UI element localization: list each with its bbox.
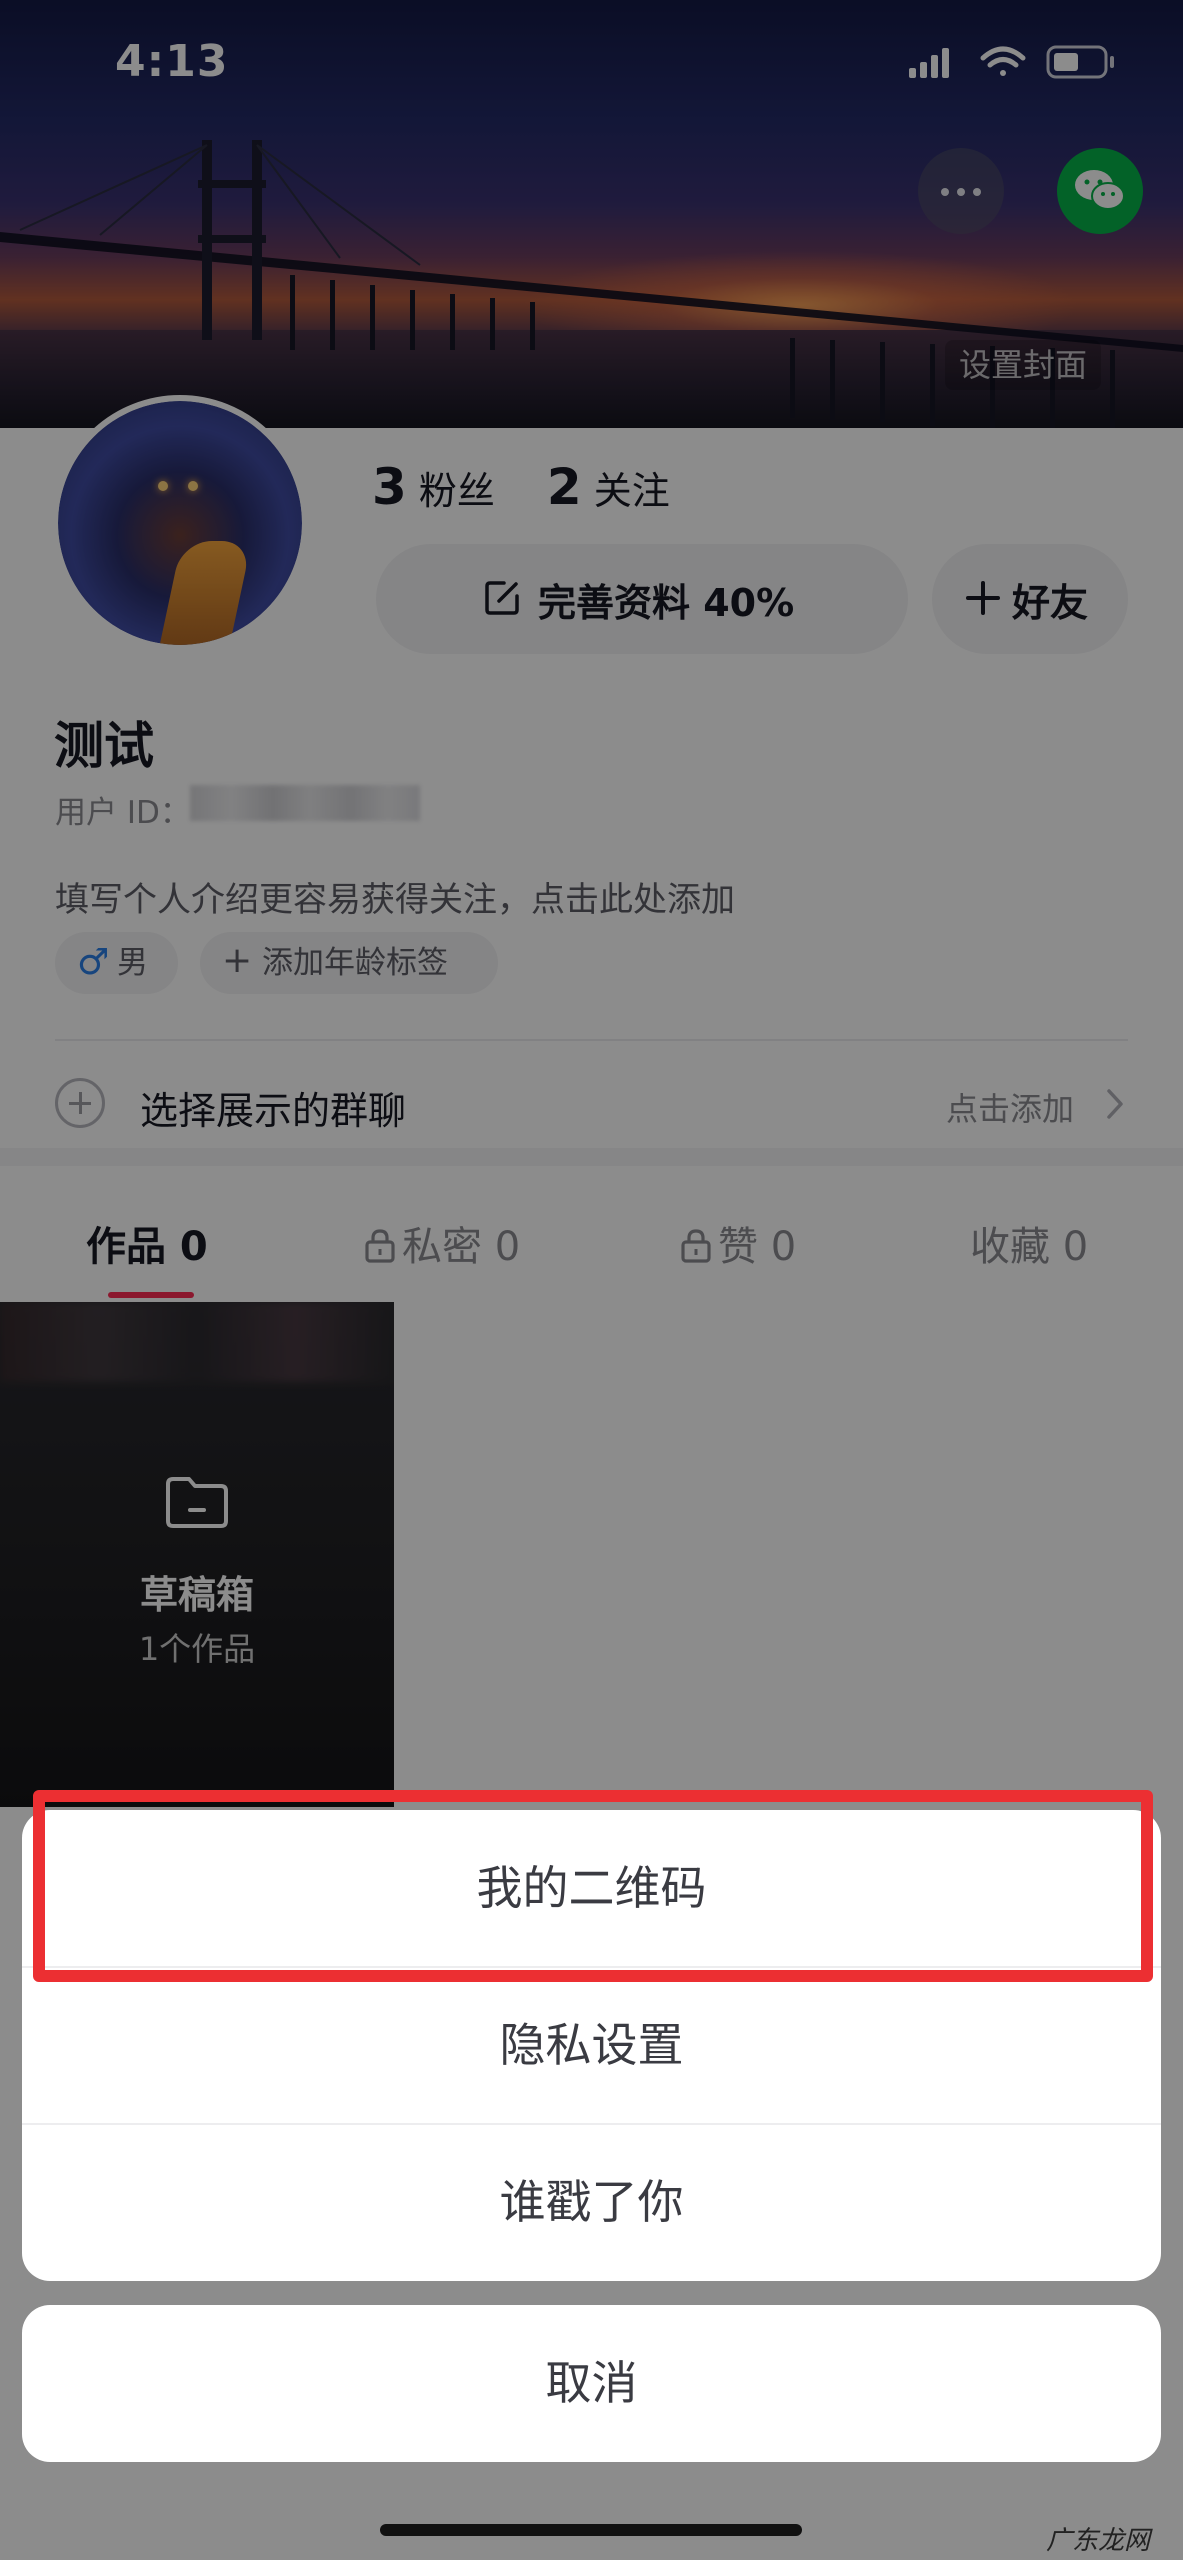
home-indicator[interactable] <box>380 2524 802 2536</box>
watermark: 广东龙网 <box>1046 2526 1151 2556</box>
who-poked-you-option[interactable]: 谁戳了你 <box>22 2124 1161 2281</box>
my-qr-code-option[interactable]: 我的二维码 <box>22 1810 1161 1967</box>
privacy-settings-option[interactable]: 隐私设置 <box>22 1967 1161 2124</box>
profile-page: 4:13 设置封面 3 粉丝 2 关注 完善资料 40% 好友 测试 用户 ID… <box>0 0 1183 2560</box>
cancel-button[interactable]: 取消 <box>22 2305 1161 2462</box>
action-sheet: 我的二维码 隐私设置 谁戳了你 <box>22 1810 1161 2281</box>
